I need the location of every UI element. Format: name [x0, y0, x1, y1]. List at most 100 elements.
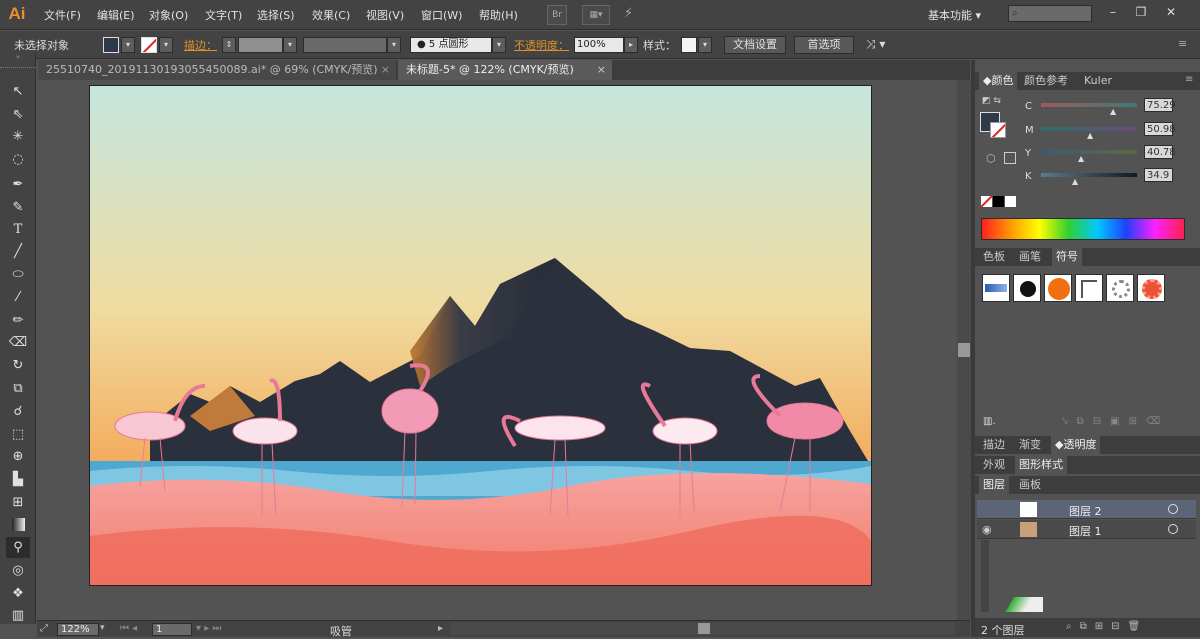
document-setup-button[interactable]: 文档设置 — [724, 36, 786, 54]
toolbox-grip[interactable] — [0, 62, 36, 68]
tab-layers[interactable]: 图层 — [979, 476, 1009, 494]
symbol-orange-button[interactable] — [1044, 274, 1072, 302]
channel-m-thumb[interactable]: ▲ — [1087, 131, 1093, 140]
ellipse-tool-icon[interactable]: ⬭ — [6, 264, 30, 285]
channel-y-value[interactable]: 40.78 — [1144, 145, 1176, 159]
mesh-tool-icon[interactable]: ⊞ — [6, 492, 30, 513]
channel-c-value[interactable]: 75.29 — [1144, 98, 1176, 112]
menu-effect[interactable]: 效果(C) — [312, 7, 350, 23]
menu-window[interactable]: 窗口(W) — [421, 7, 462, 23]
zoom-field[interactable]: 122% — [57, 623, 99, 636]
curvature-tool-icon[interactable]: ✎ — [6, 197, 30, 218]
tab-artboards[interactable]: 画板 — [1015, 476, 1045, 494]
menu-object[interactable]: 对象(O) — [149, 7, 188, 23]
fill-dropdown[interactable]: ▾ — [121, 37, 135, 53]
tab-stroke[interactable]: 描边 — [979, 436, 1009, 454]
stroke-dropdown[interactable]: ▾ — [159, 37, 173, 53]
rotate-view-icon[interactable]: ⤢ — [40, 623, 48, 634]
tab-transparency[interactable]: ◆透明度 — [1051, 436, 1101, 454]
symbol-frame[interactable] — [1075, 274, 1103, 302]
color-spectrum[interactable] — [981, 218, 1185, 240]
symbol-flower[interactable] — [1137, 274, 1165, 302]
menu-edit[interactable]: 编辑(E) — [97, 7, 135, 23]
layer-target-icon[interactable] — [1168, 524, 1178, 534]
blend-tool-icon[interactable]: ◎ — [6, 560, 30, 581]
gpu-icon[interactable]: ⚡ — [624, 6, 644, 24]
layer-name[interactable]: 图层 2 — [1069, 503, 1102, 519]
channel-y-thumb[interactable]: ▲ — [1078, 154, 1084, 163]
symbol-libraries-icon[interactable]: ▥. — [983, 416, 996, 427]
restore-icon[interactable]: ❐ — [1130, 3, 1152, 21]
close-tab-icon[interactable]: × — [597, 60, 606, 80]
pen-tool-icon[interactable]: ✒ — [6, 174, 30, 195]
channel-k-value[interactable]: 34.9 — [1144, 168, 1173, 182]
status-menu-icon[interactable]: ▸ — [438, 623, 443, 634]
scale-tool-icon[interactable]: ⧉ — [6, 378, 30, 399]
zoom-dropdown[interactable]: ▾ — [100, 623, 105, 633]
lasso-tool-icon[interactable]: ◌ — [6, 149, 30, 170]
artboard[interactable] — [90, 86, 871, 585]
perspective-tool-icon[interactable]: ▙ — [6, 469, 30, 490]
stroke-weight-dropdown[interactable]: ▾ — [283, 37, 297, 53]
tab-color-guide[interactable]: 颜色参考 — [1020, 72, 1072, 90]
eyedropper-tool-icon[interactable]: ⚲ — [6, 537, 30, 558]
type-tool-icon[interactable]: T — [6, 219, 30, 240]
layer-actions[interactable]: ⌕⧉⊞⊟🗑 — [1066, 621, 1148, 632]
default-colors-icon[interactable]: ◩ ⇆ — [982, 96, 1001, 106]
symbol-sprayer-tool-icon[interactable]: ❖ — [6, 583, 30, 604]
layer-row[interactable]: ◉ 图层 1 — [977, 520, 1196, 539]
layer-name[interactable]: 图层 1 — [1069, 523, 1102, 539]
stroke-weight-stepper[interactable]: ⇕ — [222, 37, 236, 53]
black-color-swatch[interactable] — [993, 196, 1004, 207]
gradient-tool-icon[interactable] — [6, 514, 30, 535]
out-of-gamut-icon[interactable]: ⬡ — [986, 152, 996, 165]
brush-dropdown[interactable]: ▾ — [492, 37, 506, 53]
channel-k-thumb[interactable]: ▲ — [1072, 177, 1078, 186]
magic-wand-tool-icon[interactable]: ✳ — [6, 126, 30, 147]
menu-file[interactable]: 文件(F) — [44, 7, 81, 23]
channel-y-slider[interactable] — [1041, 150, 1137, 154]
symbol-blue-banner[interactable] — [982, 274, 1010, 302]
opacity-dropdown[interactable]: ▸ — [624, 37, 638, 53]
tab-kuler[interactable]: Kuler — [1080, 72, 1116, 90]
layer-target-icon[interactable] — [1168, 504, 1178, 514]
web-safe-icon[interactable] — [1004, 152, 1016, 164]
symbol-panel-actions[interactable]: ⤥⧉⊟▣⊞⌫ — [1062, 416, 1169, 427]
menu-view[interactable]: 视图(V) — [366, 7, 404, 23]
menu-select[interactable]: 选择(S) — [257, 7, 295, 23]
stroke-weight-field[interactable] — [238, 37, 283, 53]
minimize-icon[interactable]: – — [1102, 3, 1124, 21]
direct-selection-tool-icon[interactable]: ⇖ — [6, 104, 30, 125]
channel-k-slider[interactable] — [1041, 173, 1137, 177]
stroke-swatch[interactable] — [141, 37, 157, 53]
menu-help[interactable]: 帮助(H) — [479, 7, 518, 23]
tab-swatches[interactable]: 色板 — [979, 248, 1009, 266]
next-artboard-icon[interactable]: ▾ ▸ ⏭ — [196, 623, 221, 634]
workspace-switcher[interactable]: 基本功能 ▾ — [928, 7, 981, 23]
tab-graphic-styles[interactable]: 图形样式 — [1015, 456, 1067, 474]
none-color-swatch[interactable] — [981, 196, 992, 207]
symbol-ring[interactable] — [1106, 274, 1134, 302]
transform-icon[interactable]: ⤨ ▾ — [866, 37, 885, 52]
artboard-number-field[interactable]: 1 — [152, 623, 192, 636]
line-tool-icon[interactable]: ╱ — [6, 241, 30, 262]
symbol-ink-splat[interactable] — [1013, 274, 1041, 302]
close-icon[interactable]: ✕ — [1160, 3, 1182, 21]
preferences-button[interactable]: 首选项 — [794, 36, 854, 54]
style-swatch[interactable] — [681, 37, 697, 53]
bridge-button[interactable]: Br — [547, 5, 567, 25]
layer-row[interactable]: 图层 2 — [977, 500, 1196, 519]
panel-menu-icon[interactable]: ≡ — [1178, 37, 1187, 50]
stroke-label[interactable]: 描边： — [184, 37, 217, 53]
profile-dropdown[interactable]: ▾ — [387, 37, 401, 53]
vertical-scroll-thumb[interactable] — [958, 343, 970, 357]
tab-appearance[interactable]: 外观 — [979, 456, 1009, 474]
free-transform-tool-icon[interactable]: ⬚ — [6, 424, 30, 445]
channel-m-value[interactable]: 50.98 — [1144, 122, 1176, 136]
tab-brushes[interactable]: 画笔 — [1015, 248, 1045, 266]
eraser-tool-icon[interactable]: ⌫ — [6, 332, 30, 353]
tab-document-2[interactable]: 未标题-5* @ 122% (CMYK/预览) × — [398, 60, 612, 80]
opacity-label[interactable]: 不透明度： — [514, 37, 569, 53]
fill-swatch[interactable] — [103, 37, 119, 53]
channel-c-slider[interactable] — [1041, 103, 1137, 107]
